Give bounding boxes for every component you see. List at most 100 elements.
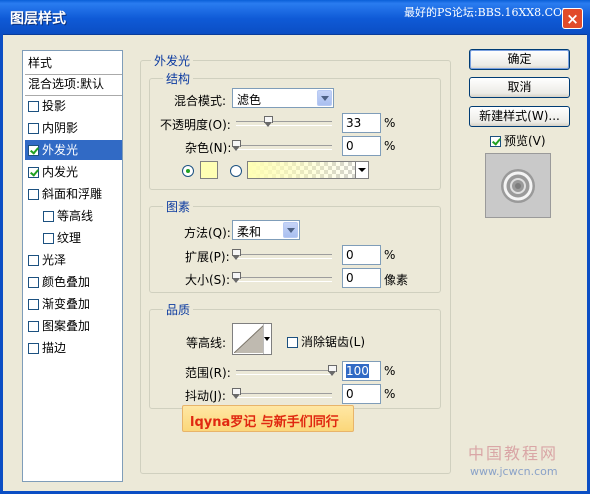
jitter-slider-track[interactable] [236, 393, 332, 398]
preview-label: 预览(V) [504, 134, 546, 148]
spread-slider-thumb[interactable] [232, 249, 241, 260]
caption-banner: lqyna罗记 与新手们同行 [182, 405, 354, 432]
blend-mode-value: 滤色 [237, 93, 262, 107]
spread-unit: % [384, 248, 396, 262]
sidebar-item-checkbox[interactable] [28, 123, 39, 134]
preview-glow-icon [501, 169, 535, 203]
style-list: 样式 混合选项:默认 投影内阴影外发光内发光斜面和浮雕等高线纹理光泽颜色叠加渐变叠加… [22, 50, 123, 482]
spread-input[interactable]: 0 [342, 245, 381, 265]
sidebar-item-label: 颜色叠加 [42, 275, 91, 289]
spread-slider-track[interactable] [236, 254, 332, 259]
sidebar-item[interactable]: 渐变叠加 [25, 294, 122, 314]
sidebar-item-checkbox[interactable] [43, 233, 54, 244]
anti-alias-checkbox[interactable] [287, 337, 298, 348]
size-label: 大小(S): [185, 273, 231, 287]
size-slider-thumb[interactable] [232, 272, 241, 283]
gradient-dropdown-button[interactable] [355, 162, 368, 178]
sidebar-item[interactable]: 等高线 [25, 206, 122, 226]
contour-dropdown-button[interactable] [263, 324, 271, 354]
preview-thumbnail [485, 153, 551, 218]
technique-label: 方法(Q): [184, 226, 231, 240]
jitter-input[interactable]: 0 [342, 384, 381, 404]
outer-glow-title: 外发光 [151, 52, 194, 69]
size-slider-track[interactable] [236, 277, 332, 282]
window-frame-left [0, 34, 3, 494]
noise-slider-track[interactable] [236, 145, 332, 150]
sidebar-item-checkbox[interactable] [28, 299, 39, 310]
range-slider-track[interactable] [236, 370, 332, 375]
sidebar-item-checkbox[interactable] [28, 343, 39, 354]
new-style-button[interactable]: 新建样式(W)... [469, 106, 570, 127]
noise-label: 杂色(N): [185, 141, 232, 155]
cancel-button[interactable]: 取消 [469, 77, 570, 98]
sidebar-item-checkbox[interactable] [43, 211, 54, 222]
opacity-input[interactable]: 33 [342, 113, 381, 133]
preview-checkbox-wrap[interactable]: 预览(V) [490, 132, 546, 149]
noise-unit: % [384, 139, 396, 153]
range-slider-thumb[interactable] [328, 365, 337, 376]
chevron-down-icon [264, 337, 270, 341]
size-input[interactable]: 0 [342, 268, 381, 288]
range-value-selected: 100 [346, 364, 369, 378]
gradient-picker[interactable] [247, 161, 369, 179]
anti-alias-checkbox-wrap[interactable]: 消除锯齿(L) [287, 333, 365, 350]
forum-watermark: 最好的PS论坛:BBS.16XX8.COM [404, 6, 574, 19]
sidebar-item-checkbox[interactable] [28, 255, 39, 266]
jitter-unit: % [384, 387, 396, 401]
sidebar-item[interactable]: 投影 [25, 96, 122, 116]
corner-watermark-title: 中国教程网 [468, 444, 559, 463]
sidebar-item-label: 斜面和浮雕 [42, 187, 103, 201]
noise-slider-thumb[interactable] [232, 140, 241, 151]
contour-linear-icon [234, 325, 264, 353]
sidebar-item[interactable]: 斜面和浮雕 [25, 184, 122, 204]
glow-color-swatch[interactable] [200, 161, 218, 179]
blend-mode-select[interactable]: 滤色 [232, 88, 334, 108]
sidebar-item-checkbox[interactable] [28, 167, 39, 178]
ok-button[interactable]: 确定 [469, 49, 570, 70]
corner-watermark-url: www.jcwcn.com [470, 465, 558, 478]
sidebar-item-checkbox[interactable] [28, 321, 39, 332]
sidebar-item[interactable]: 内发光 [25, 162, 122, 182]
sidebar-item-label: 内发光 [42, 165, 79, 179]
sidebar-item-checkbox[interactable] [28, 101, 39, 112]
solid-color-radio[interactable] [182, 165, 194, 177]
preview-checkbox[interactable] [490, 136, 501, 147]
sidebar-item[interactable]: 外发光 [25, 140, 122, 160]
gradient-radio[interactable] [230, 165, 242, 177]
range-unit: % [384, 364, 396, 378]
sidebar-item[interactable]: 描边 [25, 338, 122, 358]
chevron-down-icon [283, 222, 298, 238]
sidebar-item-checkbox[interactable] [28, 277, 39, 288]
noise-input[interactable]: 0 [342, 136, 381, 156]
quality-title: 品质 [163, 301, 194, 318]
jitter-slider-thumb[interactable] [232, 388, 241, 399]
sidebar-item[interactable]: 样式 [25, 53, 122, 73]
close-button[interactable]: × [562, 8, 583, 29]
sidebar-item[interactable]: 纹理 [25, 228, 122, 248]
contour-picker[interactable] [232, 323, 272, 355]
sidebar-item-label: 图案叠加 [42, 319, 91, 333]
sidebar-item[interactable]: 光泽 [25, 250, 122, 270]
opacity-unit: % [384, 116, 396, 130]
sidebar-item-checkbox[interactable] [28, 145, 39, 156]
sidebar-item-label: 渐变叠加 [42, 297, 91, 311]
sidebar-item-label: 光泽 [42, 253, 67, 267]
jitter-label: 抖动(J): [185, 389, 226, 403]
technique-value: 柔和 [237, 225, 262, 239]
sidebar-item[interactable]: 颜色叠加 [25, 272, 122, 292]
sidebar-item[interactable]: 内阴影 [25, 118, 122, 138]
opacity-label: 不透明度(O): [160, 118, 231, 132]
sidebar-item[interactable]: 图案叠加 [25, 316, 122, 336]
anti-alias-label: 消除锯齿(L) [301, 335, 366, 349]
range-input[interactable]: 100 [342, 361, 381, 381]
technique-select[interactable]: 柔和 [232, 220, 300, 240]
sidebar-item-label: 内阴影 [42, 121, 79, 135]
spread-label: 扩展(P): [185, 250, 230, 264]
sidebar-item-checkbox[interactable] [28, 189, 39, 200]
blend-mode-label: 混合模式: [174, 94, 227, 108]
sidebar-item-label: 纹理 [57, 231, 82, 245]
opacity-slider-thumb[interactable] [263, 116, 273, 127]
opacity-slider-track[interactable] [236, 121, 332, 126]
chevron-down-icon [358, 168, 366, 172]
sidebar-item[interactable]: 混合选项:默认 [25, 74, 122, 94]
